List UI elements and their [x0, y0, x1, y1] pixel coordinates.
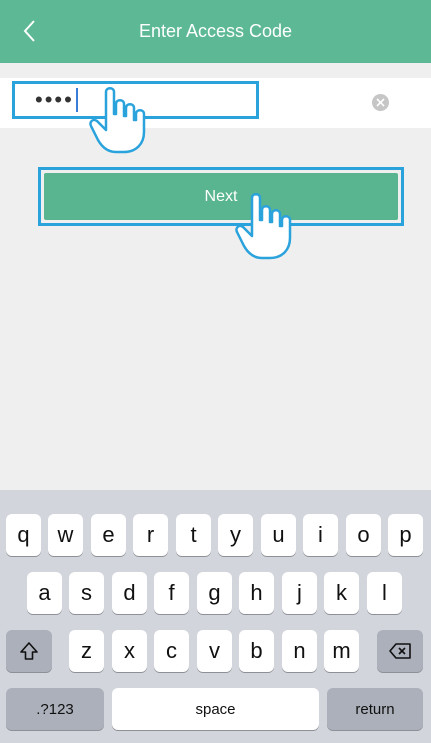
next-button[interactable]: Next	[44, 173, 398, 220]
navigation-bar: Enter Access Code	[0, 0, 431, 63]
key-j[interactable]: j	[282, 572, 317, 614]
space-key[interactable]: space	[112, 688, 319, 730]
access-code-value: ••••	[35, 87, 74, 112]
key-u[interactable]: u	[261, 514, 296, 556]
text-caret	[75, 88, 78, 112]
pointing-hand-icon	[235, 193, 292, 260]
clear-x-icon	[376, 98, 385, 107]
key-l[interactable]: l	[367, 572, 402, 614]
key-x[interactable]: x	[112, 630, 147, 672]
numbers-key[interactable]: .?123	[6, 688, 104, 730]
key-q[interactable]: q	[6, 514, 41, 556]
key-k[interactable]: k	[324, 572, 359, 614]
key-m[interactable]: m	[324, 630, 359, 672]
keyboard: q w e r t y u i o p a s d f g h j k l z …	[0, 490, 431, 743]
key-r[interactable]: r	[133, 514, 168, 556]
key-v[interactable]: v	[197, 630, 232, 672]
key-d[interactable]: d	[112, 572, 147, 614]
page-title: Enter Access Code	[138, 21, 293, 41]
key-e[interactable]: e	[91, 514, 126, 556]
key-w[interactable]: w	[48, 514, 83, 556]
key-h[interactable]: h	[239, 572, 274, 614]
key-p[interactable]: p	[388, 514, 423, 556]
key-n[interactable]: n	[282, 630, 317, 672]
shift-icon	[20, 642, 38, 660]
next-button-highlight: Next	[38, 167, 404, 226]
key-z[interactable]: z	[69, 630, 104, 672]
pointing-hand-icon	[89, 87, 146, 154]
key-o[interactable]: o	[346, 514, 381, 556]
key-a[interactable]: a	[27, 572, 62, 614]
key-t[interactable]: t	[176, 514, 211, 556]
access-code-row: ••••	[0, 78, 431, 128]
shift-key[interactable]	[6, 630, 52, 672]
key-c[interactable]: c	[154, 630, 189, 672]
key-i[interactable]: i	[303, 514, 338, 556]
clear-button[interactable]	[372, 94, 389, 111]
key-b[interactable]: b	[239, 630, 274, 672]
delete-key[interactable]	[377, 630, 423, 672]
return-key[interactable]: return	[327, 688, 423, 730]
key-f[interactable]: f	[154, 572, 189, 614]
key-g[interactable]: g	[197, 572, 232, 614]
backspace-icon	[389, 643, 411, 659]
key-s[interactable]: s	[69, 572, 104, 614]
key-y[interactable]: y	[218, 514, 253, 556]
